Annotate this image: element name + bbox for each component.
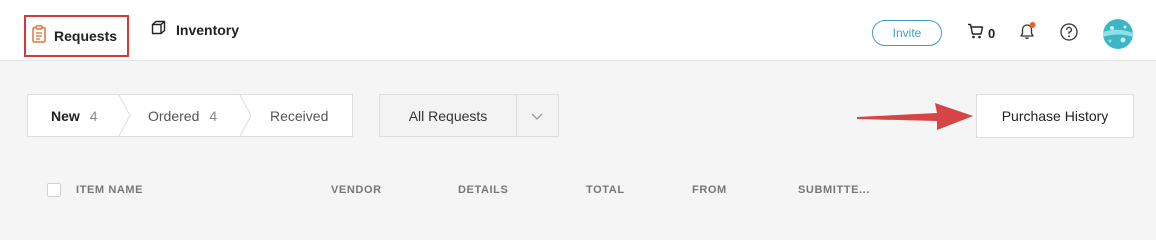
tab-ordered-label: Ordered	[148, 107, 200, 124]
column-header-from[interactable]: FROM	[692, 184, 727, 196]
table-header	[0, 176, 1156, 206]
cart-count: 0	[988, 26, 996, 41]
filter-selected-value: All Requests	[408, 107, 488, 124]
column-header-vendor[interactable]: VENDOR	[331, 184, 382, 196]
tab-new-label: New	[51, 107, 80, 124]
select-all-checkbox[interactable]	[47, 183, 61, 197]
cart-button[interactable]: 0	[967, 23, 995, 44]
invite-button[interactable]: Invite	[872, 20, 942, 46]
nav-requests-label: Requests	[54, 28, 118, 44]
avatar[interactable]	[1103, 19, 1133, 49]
tab-separator	[118, 95, 131, 136]
nav-inventory-label: Inventory	[176, 22, 240, 38]
tab-received[interactable]: Received	[270, 95, 328, 136]
annotation-arrow	[857, 103, 973, 130]
tab-new-count: 4	[89, 107, 98, 124]
column-header-submitted[interactable]: SUBMITTE...	[798, 184, 870, 196]
tab-ordered-count: 4	[209, 107, 218, 124]
clipboard-icon	[32, 24, 46, 48]
tab-received-label: Received	[270, 107, 329, 124]
purchase-history-button[interactable]: Purchase History	[976, 94, 1134, 138]
tab-separator	[239, 95, 252, 136]
cart-icon	[967, 23, 984, 44]
tab-new[interactable]: New 4	[51, 95, 98, 136]
notifications-button[interactable]	[1018, 21, 1038, 46]
request-status-tabs: New 4 Ordered 4 Received	[27, 94, 353, 137]
column-header-total[interactable]: TOTAL	[586, 184, 625, 196]
help-button[interactable]	[1059, 22, 1079, 47]
column-header-item-name[interactable]: ITEM NAME	[76, 184, 143, 196]
column-header-details[interactable]: DETAILS	[458, 184, 508, 196]
requests-filter-select[interactable]: All Requests	[379, 94, 559, 137]
filter-divider	[516, 95, 517, 136]
nav-requests[interactable]: Requests	[24, 15, 129, 57]
help-icon	[1059, 23, 1079, 46]
tab-ordered[interactable]: Ordered 4	[148, 95, 217, 136]
top-navigation-bar: Requests Inventory Invite 0	[0, 0, 1156, 61]
nav-inventory[interactable]: Inventory	[151, 0, 239, 60]
bell-icon	[1018, 22, 1038, 45]
chevron-down-icon[interactable]	[530, 109, 544, 128]
box-icon	[151, 20, 166, 40]
